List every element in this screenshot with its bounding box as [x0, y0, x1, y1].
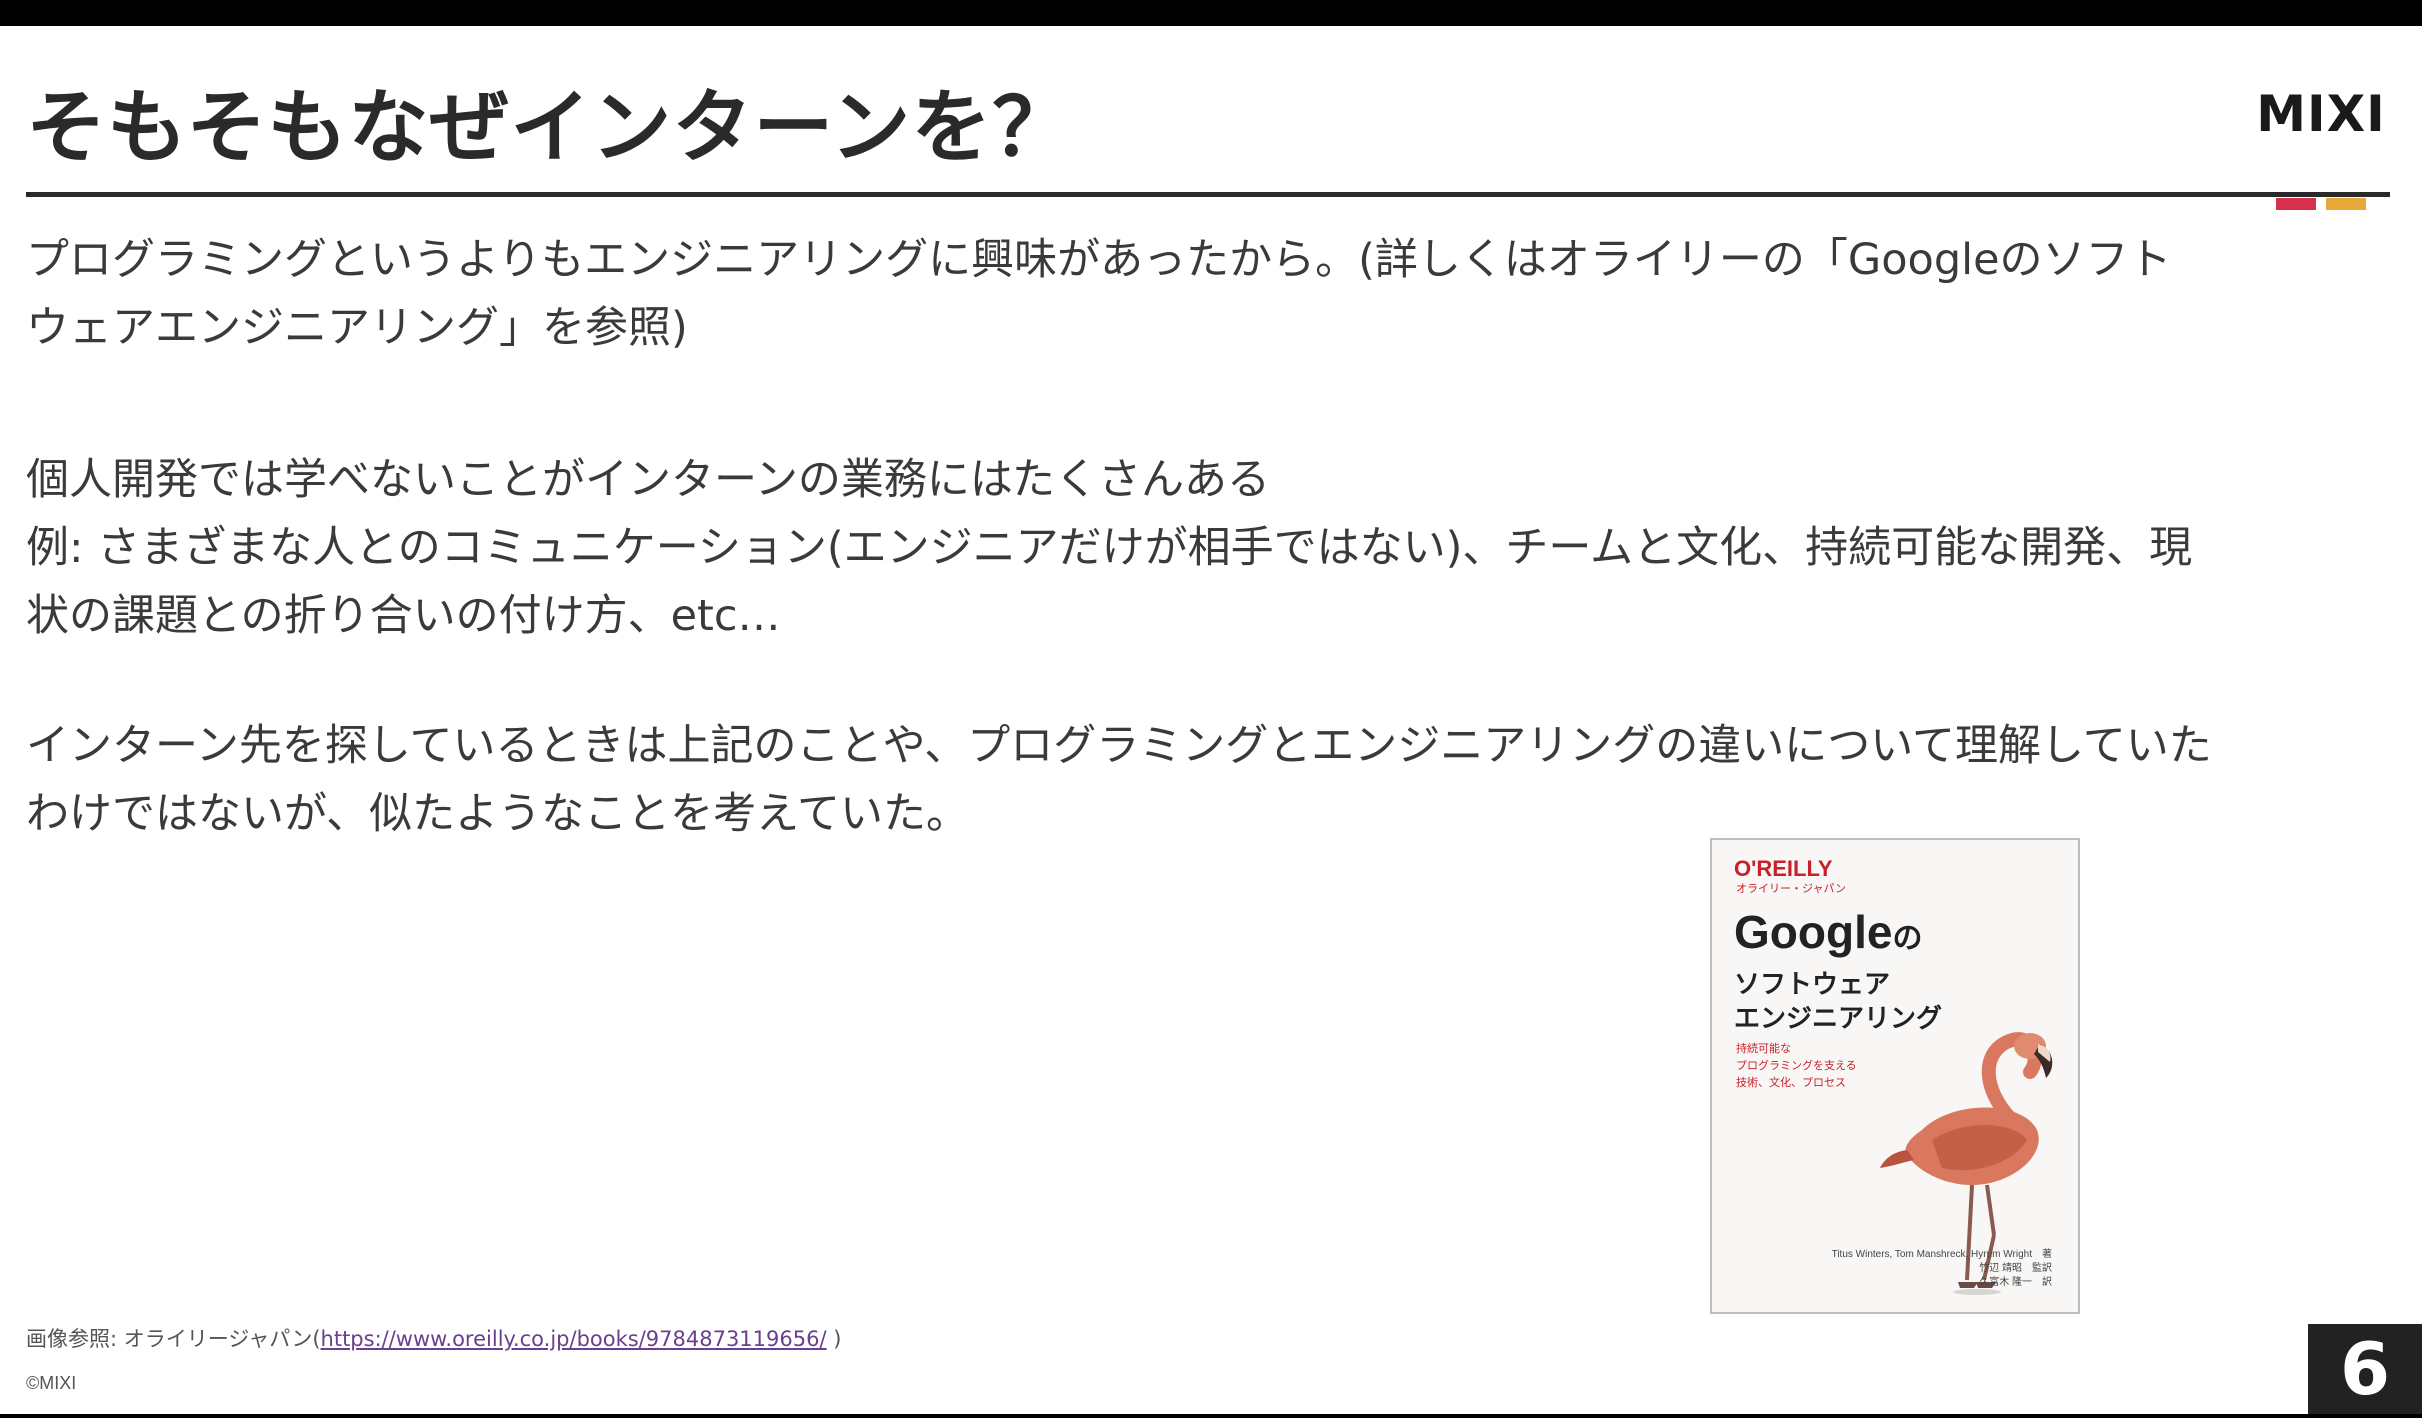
- book-publisher-jp: オライリー・ジャパン: [1736, 883, 1846, 895]
- book-tagline: 持続可能な プログラミングを支える 技術、文化、プロセス: [1736, 1040, 1857, 1091]
- book-tagline-line: プログラミングを支える: [1736, 1059, 1857, 1072]
- copyright: ©MIXI: [26, 1373, 77, 1393]
- page-number: 6: [2308, 1324, 2422, 1414]
- book-authors: Titus Winters, Tom Manshreck, Hyrum Wrig…: [1832, 1248, 2052, 1290]
- title-divider: [26, 192, 2390, 197]
- book-publisher: O'REILLY: [1734, 856, 1833, 881]
- book-title: Googleの: [1734, 904, 1922, 967]
- book-authors-line: 久富木 隆一 訳: [1979, 1277, 2052, 1288]
- paragraph-learning: 個人開発では学べないことがインターンの業務にはたくさんある 例: さまざまな人と…: [26, 446, 2396, 650]
- paragraph-line: インターン先を探しているときは上記のことや、プログラミングとエンジニアリングの違…: [26, 721, 2212, 771]
- image-credit: 画像参照: オライリージャパン(https://www.oreilly.co.j…: [26, 1324, 841, 1354]
- book-authors-line: 竹辺 靖昭 監訳: [1979, 1263, 2052, 1274]
- paragraph-search: インターン先を探しているときは上記のことや、プログラミングとエンジニアリングの違…: [26, 712, 2396, 848]
- paragraph-interest: プログラミングというよりもエンジニアリングに興味があったから。(詳しくはオライリ…: [26, 226, 2396, 362]
- paragraph-line: 個人開発では学べないことがインターンの業務にはたくさんある: [26, 455, 1270, 505]
- slide-title: そもそもなぜインターンを？: [26, 81, 1074, 174]
- slide: そもそもなぜインターンを？ MIXI プログラミングというよりもエンジニアリング…: [0, 26, 2422, 1414]
- book-title-main: Google: [1734, 906, 1893, 958]
- mixi-logo-text: MIXI: [2256, 85, 2386, 143]
- paragraph-line: ウェアエンジニアリング」を参照): [26, 303, 688, 353]
- image-credit-link[interactable]: https://www.oreilly.co.jp/books/97848731…: [321, 1327, 827, 1351]
- image-credit-suffix: ): [826, 1327, 842, 1351]
- book-cover-image: O'REILLY オライリー・ジャパン Googleの ソフトウェア エンジニア…: [1710, 838, 2080, 1314]
- paragraph-line: 例: さまざまな人とのコミュニケーション(エンジニアだけが相手ではない)、チーム…: [26, 523, 2193, 573]
- book-title-no: の: [1892, 922, 1923, 955]
- paragraph-line: プログラミングというよりもエンジニアリングに興味があったから。(詳しくはオライリ…: [26, 235, 2172, 285]
- mixi-logo: MIXI: [2250, 84, 2392, 210]
- image-credit-prefix: 画像参照: オライリージャパン(: [26, 1327, 321, 1351]
- mixi-logo-red-bar: [2276, 198, 2316, 210]
- book-authors-line: Titus Winters, Tom Manshreck, Hyrum Wrig…: [1831, 1249, 2052, 1260]
- mixi-logo-yellow-bar: [2326, 198, 2366, 210]
- paragraph-line: 状の課題との折り合いの付け方、etc…: [26, 591, 781, 641]
- book-tagline-line: 技術、文化、プロセス: [1736, 1076, 1846, 1089]
- book-tagline-line: 持続可能な: [1736, 1042, 1791, 1055]
